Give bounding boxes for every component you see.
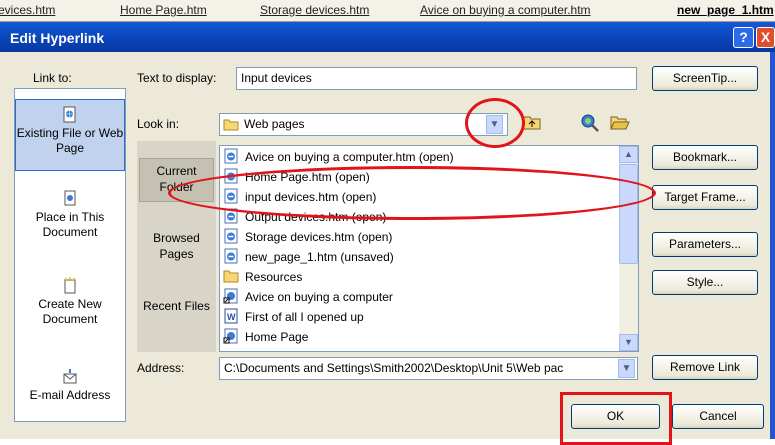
shortcut-icon [223,328,238,344]
link-place-in-document-label: Place in This Document [35,210,105,239]
svg-text:W: W [227,312,236,322]
file-name: Storage devices.htm (open) [245,230,393,244]
folder-up-icon [523,116,541,130]
open-folder-icon [610,116,630,130]
file-name: Home Page [245,330,309,344]
link-email-address-label: E-mail Address [29,388,111,402]
dialog-title: Edit Hyperlink [10,30,105,46]
tab-new-page-1[interactable]: new_page_1.htm [677,0,774,21]
close-button[interactable]: X [756,27,775,48]
help-button[interactable]: ? [733,27,754,48]
browse-web-button[interactable] [578,113,602,137]
link-create-new-document[interactable]: Create New Document [15,277,125,337]
file-list-item[interactable]: Avice on buying a computer.htm (open) [223,147,454,167]
place-recent-files[interactable]: Recent Files [139,298,214,338]
email-address-icon [63,369,77,384]
link-email-address[interactable]: E-mail Address [15,368,125,412]
address-label: Address: [137,361,185,375]
annotation-box-ok [560,392,672,445]
link-place-in-document[interactable]: Place in This Document [15,190,125,250]
browse-file-button[interactable] [608,113,632,137]
file-name: Avice on buying a computer.htm (open) [245,150,454,164]
bookmark-button[interactable]: Bookmark... [652,145,758,170]
file-name: Avice on buying a computer [245,290,393,304]
document-tab-strip: evices.htm Home Page.htm Storage devices… [0,0,775,22]
tab-input-devices[interactable]: evices.htm [0,0,55,21]
link-existing-file[interactable]: Existing File or Web Page [15,99,125,171]
target-frame-button[interactable]: Target Frame... [652,185,758,210]
dialog-title-bar[interactable] [0,22,775,52]
word-doc-icon: W [224,308,238,324]
existing-file-icon [63,106,76,123]
tab-home-page[interactable]: Home Page.htm [120,0,207,21]
remove-link-button[interactable]: Remove Link [652,355,758,380]
file-list-item[interactable]: Home Page [223,327,308,347]
annotation-ellipse-file [168,166,656,220]
tab-avice-buying[interactable]: Avice on buying a computer.htm [420,0,591,21]
file-list-item[interactable]: Resources [223,267,302,287]
link-to-label: Link to: [33,71,72,85]
place-browsed-pages[interactable]: Browsed Pages [139,230,214,270]
shortcut-icon [223,288,238,304]
text-to-display-label: Text to display: [137,71,217,85]
file-list-item[interactable]: new_page_1.htm (unsaved) [223,247,394,267]
ie-page-icon [224,228,238,244]
browse-web-icon [581,114,599,132]
parameters-button[interactable]: Parameters... [652,232,758,257]
look-in-value: Web pages [244,117,305,131]
file-name: First of all I opened up [245,310,364,324]
place-in-document-icon [64,190,76,206]
text-to-display-input[interactable]: Input devices [236,67,637,90]
window-border [770,52,775,439]
scroll-down-arrow[interactable]: ▼ [619,334,638,351]
address-value: C:\Documents and Settings\Smith2002\Desk… [224,361,564,375]
annotation-circle-dropdown [465,98,525,148]
file-list-item[interactable]: Storage devices.htm (open) [223,227,392,247]
ie-page-icon [224,248,238,264]
link-create-new-document-label: Create New Document [38,297,102,326]
file-name: Resources [245,270,303,284]
folder-icon [223,119,239,131]
style-button[interactable]: Style... [652,270,758,295]
link-existing-file-label: Existing File or Web Page [16,126,124,155]
look-in-label: Look in: [137,117,180,131]
file-list-item[interactable]: W First of all I opened up [223,307,364,327]
tab-storage-devices[interactable]: Storage devices.htm [260,0,369,21]
screentip-button[interactable]: ScreenTip... [652,66,758,91]
ie-page-icon [224,148,238,164]
file-name: new_page_1.htm (unsaved) [245,250,394,264]
cancel-button[interactable]: Cancel [672,404,764,429]
scroll-up-arrow[interactable]: ▲ [619,146,638,163]
create-new-document-icon [64,277,76,294]
address-input[interactable]: C:\Documents and Settings\Smith2002\Desk… [219,357,638,380]
file-list-item[interactable]: Avice on buying a computer [223,287,393,307]
address-dropdown-arrow[interactable]: ▼ [618,359,635,378]
folder-icon [223,270,239,283]
